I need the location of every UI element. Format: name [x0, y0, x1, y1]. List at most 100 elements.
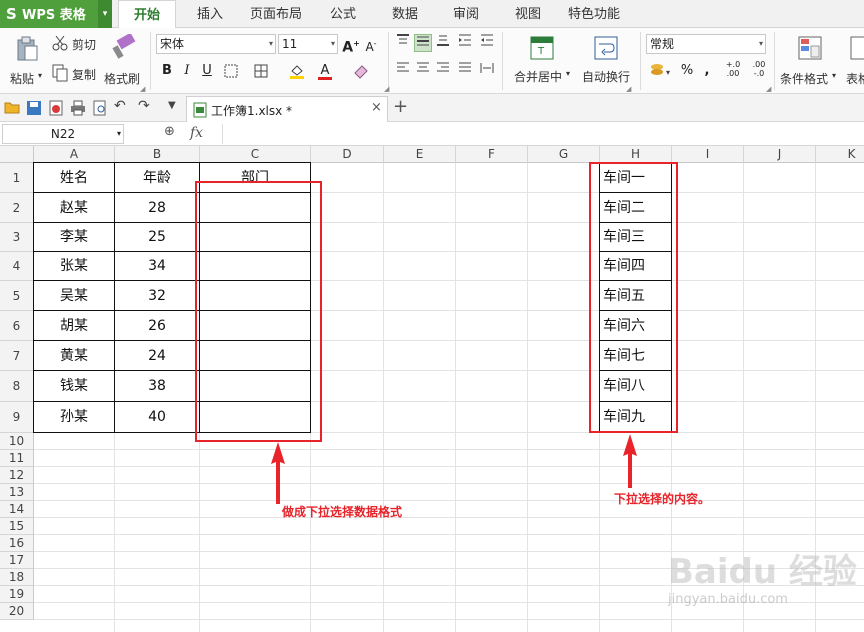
row-header-5[interactable]: 5 [0, 281, 34, 311]
row-header-12[interactable]: 12 [0, 467, 34, 484]
align-middle-icon[interactable] [414, 34, 432, 52]
cell-a4[interactable]: 张某 [33, 251, 115, 281]
column-header-c[interactable]: C [200, 146, 311, 163]
currency-icon[interactable]: ▾ [648, 62, 674, 80]
paste-dropdown-icon[interactable]: ▾ [38, 71, 42, 80]
column-header-f[interactable]: F [456, 146, 528, 163]
zoom-formula-icon[interactable]: ⊕ [164, 124, 175, 139]
column-header-d[interactable]: D [311, 146, 384, 163]
open-folder-icon[interactable] [4, 100, 20, 114]
cell-a6[interactable]: 胡某 [33, 310, 115, 341]
app-menu-dropdown-icon[interactable]: ▾ [98, 0, 112, 28]
row-header-18[interactable]: 18 [0, 569, 34, 586]
cell-a9[interactable]: 孙某 [33, 401, 115, 433]
align-right-icon[interactable] [434, 62, 452, 80]
undo-icon[interactable]: ↶ [114, 98, 126, 114]
increase-decimal-icon[interactable]: +.0.00 [722, 60, 744, 78]
column-header-j[interactable]: J [744, 146, 816, 163]
align-top-icon[interactable] [394, 34, 412, 52]
tab-home[interactable]: 开始 [118, 0, 176, 29]
cell-b3[interactable]: 25 [114, 222, 200, 252]
paste-button[interactable]: 粘贴 ▾ [8, 34, 46, 90]
launcher-icon[interactable]: ◢ [140, 85, 145, 93]
tab-formulas[interactable]: 公式 [318, 0, 368, 28]
number-format-select[interactable]: 常规 ▾ [646, 34, 766, 54]
cell-a5[interactable]: 吴某 [33, 280, 115, 311]
font-size-select[interactable]: 11 ▾ [278, 34, 338, 54]
cell-a3[interactable]: 李某 [33, 222, 115, 252]
column-header-b[interactable]: B [115, 146, 200, 163]
column-header-k[interactable]: K [816, 146, 864, 163]
column-header-i[interactable]: I [672, 146, 744, 163]
align-bottom-icon[interactable] [434, 34, 452, 52]
decrease-font-icon[interactable]: A- [362, 35, 380, 54]
cell-b8[interactable]: 38 [114, 370, 200, 402]
tab-insert[interactable]: 插入 [188, 0, 232, 28]
tab-special-features[interactable]: 特色功能 [562, 0, 626, 28]
row-header-16[interactable]: 16 [0, 535, 34, 552]
column-header-a[interactable]: A [34, 146, 115, 163]
save-icon[interactable] [26, 100, 42, 116]
row-header-13[interactable]: 13 [0, 484, 34, 501]
row-header-10[interactable]: 10 [0, 433, 34, 450]
cell-b6[interactable]: 26 [114, 310, 200, 341]
font-color-icon[interactable]: A [316, 62, 334, 80]
row-header-20[interactable]: 20 [0, 603, 34, 620]
bold-icon[interactable]: B [158, 62, 176, 80]
chevron-down-icon[interactable]: ▾ [566, 69, 570, 78]
cell-b7[interactable]: 24 [114, 340, 200, 371]
tab-review[interactable]: 审阅 [442, 0, 490, 28]
row-header-19[interactable]: 19 [0, 586, 34, 603]
cell-b1[interactable]: 年龄 [114, 162, 200, 193]
underline-icon[interactable]: U [198, 62, 216, 80]
merge-center-button[interactable]: T 合并居中 ▾ [512, 34, 576, 90]
align-left-icon[interactable] [394, 62, 412, 80]
decrease-decimal-icon[interactable]: .00 -.0 [748, 60, 770, 78]
distributed-align-icon[interactable] [478, 62, 496, 80]
tab-data[interactable]: 数据 [380, 0, 430, 28]
align-center-icon[interactable] [414, 62, 432, 80]
decrease-indent-icon[interactable] [456, 34, 474, 52]
launcher-icon[interactable]: ◢ [766, 85, 771, 93]
increase-indent-icon[interactable] [478, 34, 496, 52]
border-icon[interactable] [222, 62, 240, 80]
row-header-9[interactable]: 9 [0, 402, 34, 433]
select-all-corner[interactable] [0, 146, 34, 163]
name-box[interactable]: N22 ▾ [2, 124, 124, 144]
row-header-2[interactable]: 2 [0, 193, 34, 223]
formula-input[interactable] [222, 124, 862, 144]
cell-b2[interactable]: 28 [114, 192, 200, 223]
print-icon[interactable] [70, 100, 86, 116]
cell-a7[interactable]: 黄某 [33, 340, 115, 371]
cell-a1[interactable]: 姓名 [33, 162, 115, 193]
cell-b9[interactable]: 40 [114, 401, 200, 433]
row-header-6[interactable]: 6 [0, 311, 34, 341]
cell-b4[interactable]: 34 [114, 251, 200, 281]
row-header-17[interactable]: 17 [0, 552, 34, 569]
fill-color-icon[interactable] [288, 62, 306, 80]
launcher-icon[interactable]: ◢ [384, 85, 389, 93]
chevron-down-icon[interactable]: ▾ [832, 71, 836, 80]
font-name-select[interactable]: 宋体 ▾ [156, 34, 276, 54]
conditional-format-button[interactable]: 条件格式 ▾ [780, 34, 840, 90]
cell-b5[interactable]: 32 [114, 280, 200, 311]
export-pdf-icon[interactable] [48, 100, 64, 116]
customize-toolbar-icon[interactable]: ▼ [168, 100, 176, 111]
row-header-14[interactable]: 14 [0, 501, 34, 518]
column-header-e[interactable]: E [384, 146, 456, 163]
row-header-7[interactable]: 7 [0, 341, 34, 371]
redo-icon[interactable]: ↷ [138, 98, 150, 114]
tab-view[interactable]: 视图 [504, 0, 552, 28]
row-header-4[interactable]: 4 [0, 252, 34, 281]
print-preview-icon[interactable] [92, 100, 108, 116]
app-menu-button[interactable]: S WPS 表格 ▾ [0, 0, 112, 28]
row-header-11[interactable]: 11 [0, 450, 34, 467]
row-header-15[interactable]: 15 [0, 518, 34, 535]
row-header-3[interactable]: 3 [0, 223, 34, 252]
cell-a2[interactable]: 赵某 [33, 192, 115, 223]
justify-icon[interactable] [456, 62, 474, 80]
row-header-1[interactable]: 1 [0, 163, 34, 193]
auto-wrap-button[interactable]: 自动换行 [582, 34, 634, 90]
document-tab[interactable]: 工作簿1.xlsx * × [186, 96, 388, 122]
column-header-h[interactable]: H [600, 146, 672, 163]
